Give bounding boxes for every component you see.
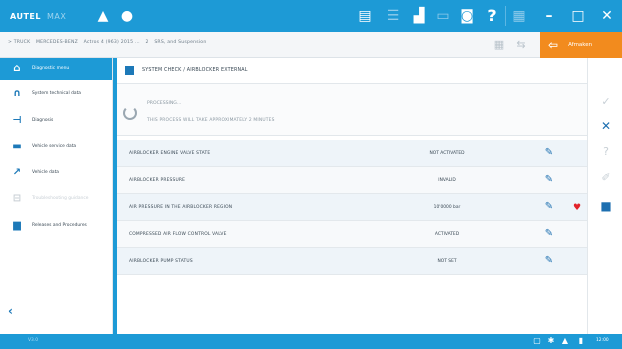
help-icon[interactable]: ? [483, 7, 501, 25]
battery-icon[interactable]: ▭ [434, 7, 452, 25]
arrow-left-icon: ⇦ [548, 38, 559, 52]
stop-icon[interactable]: ■ [598, 198, 614, 214]
clock: 12:00 [596, 338, 609, 343]
edit-icon[interactable]: ✎ [543, 255, 555, 267]
param-name: AIRBLOCKER ENGINE VALVE STATE [129, 151, 211, 156]
status-bar: V3.0 ▢ ✱ ▲ ▮ 12:00 [0, 334, 622, 349]
sidebar-item-diagnosis[interactable]: ⊣ Diagnosis [0, 108, 112, 134]
action-bar: ✓ ✕ ? ✐ ■ [587, 58, 622, 334]
sidebar-item-releases-and-procedures[interactable]: ▆ Releases and Procedures [0, 212, 112, 240]
logo-text: AUTEL [10, 11, 41, 21]
home-icon: ⌂ [13, 63, 21, 74]
sidebar-item-label: System technical data [32, 91, 82, 96]
close-window-button[interactable]: ✕ [592, 0, 622, 32]
report-icon[interactable]: ▤ [356, 7, 374, 25]
app-logo: AUTEL MAX [10, 12, 66, 21]
sidebar-item-label: Troubleshooting guidance [32, 196, 89, 201]
param-value: ACTIVATED [434, 232, 460, 237]
processing-box: PROCESSING... THIS PROCESS WILL TAKE APP… [117, 84, 587, 136]
param-name: COMPRESSED AIR FLOW CONTROL VALVE [129, 232, 227, 237]
share-icon[interactable]: ⇆ [514, 38, 528, 52]
minimize-button[interactable]: – [534, 0, 564, 32]
signal-icon: ⊣ [12, 115, 22, 126]
panel-header: SYSTEM CHECK / AIRBLOCKER EXTERNAL [117, 58, 587, 84]
document-icon: ▆ [13, 220, 21, 231]
sidebar-item-troubleshooting-guidance: ⊟ Troubleshooting guidance [0, 186, 112, 212]
collapse-sidebar-icon[interactable]: ‹ [8, 304, 13, 318]
panel-icon [125, 66, 134, 75]
menu-icon[interactable]: ▦ [510, 7, 528, 25]
edit-icon[interactable]: ✎ [543, 201, 555, 213]
favorite-icon[interactable]: ♥ [571, 202, 583, 214]
table-row[interactable]: AIR PRESSURE IN THE AIRBLOCKER REGION 10… [117, 194, 587, 221]
param-value: NOT SET [437, 259, 457, 264]
sidebar-item-system-technical-data[interactable]: ∩ System technical data [0, 80, 112, 108]
car-icon[interactable]: ▟ [410, 7, 428, 25]
title-bar: AUTEL MAX ▲ ● ▤ ☰ ▟ ▭ ◙ ? ▦ – □ ✕ [0, 0, 622, 32]
list-icon[interactable]: ☰ [384, 7, 402, 25]
wrench-icon: ↗ [12, 167, 22, 178]
back-button[interactable]: ⇦ Afmaken [540, 32, 622, 58]
maximize-button[interactable]: □ [563, 0, 593, 32]
breadcrumb-item[interactable]: 2 [146, 40, 149, 45]
param-value: 10'0000 bar [433, 205, 461, 210]
edit-icon[interactable]: ✎ [543, 147, 555, 159]
breadcrumb-item[interactable]: Actros 4 (963) 2015 ... [84, 40, 140, 45]
param-value: NOT ACTIVATED [429, 151, 465, 156]
signal-strength-icon[interactable]: ▲ [560, 336, 570, 346]
sidebar-item-diagnostic-menu[interactable]: ⌂ Diagnostic menu [0, 58, 112, 80]
table-row[interactable]: AIRBLOCKER ENGINE VALVE STATE NOT ACTIVA… [117, 140, 587, 167]
breadcrumb-item[interactable]: MERCEDES-BENZ [36, 40, 78, 45]
processing-subtitle: THIS PROCESS WILL TAKE APPROXIMATELY 2 M… [147, 118, 275, 123]
sidebar-item-vehicle-data[interactable]: ↗ Vehicle data [0, 160, 112, 186]
back-label: Afmaken [568, 42, 593, 48]
logo-sub: MAX [46, 11, 67, 21]
table-row[interactable]: AIRBLOCKER PUMP STATUS NOT SET ✎ [117, 248, 587, 275]
breadcrumb: > TRUCK MERCEDES-BENZ Actros 4 (963) 201… [8, 40, 210, 45]
param-name: AIRBLOCKER PUMP STATUS [129, 259, 193, 264]
sidebar-item-label: Diagnostic menu [32, 66, 70, 71]
info-icon[interactable]: ● [118, 7, 136, 25]
breadcrumb-bar: > TRUCK MERCEDES-BENZ Actros 4 (963) 201… [0, 32, 622, 58]
edit-icon[interactable]: ✎ [543, 174, 555, 186]
headset-icon: ∩ [12, 88, 22, 99]
question-icon[interactable]: ? [598, 144, 614, 160]
battery-status-icon[interactable]: ▮ [576, 336, 586, 346]
processing-title: PROCESSING... [147, 101, 182, 106]
param-name: AIRBLOCKER PRESSURE [129, 178, 186, 183]
table-row[interactable]: COMPRESSED AIR FLOW CONTROL VALVE ACTIVA… [117, 221, 587, 248]
parameter-table: AIRBLOCKER ENGINE VALVE STATE NOT ACTIVA… [117, 140, 587, 275]
sidebar-item-label: Vehicle data [32, 170, 59, 175]
sidebar: ⌂ Diagnostic menu ∩ System technical dat… [0, 58, 113, 334]
print-icon[interactable]: ▦ [492, 38, 506, 52]
panel-title: SYSTEM CHECK / AIRBLOCKER EXTERNAL [142, 68, 248, 73]
bluetooth-icon[interactable]: ✱ [546, 336, 556, 346]
edit-note-icon[interactable]: ✐ [598, 170, 614, 186]
warning-icon[interactable]: ▲ [94, 7, 112, 25]
sidebar-item-vehicle-service-data[interactable]: ▬ Vehicle service data [0, 134, 112, 160]
edit-icon[interactable]: ✎ [543, 228, 555, 240]
title-separator [505, 6, 506, 26]
param-value: INVALID [438, 178, 456, 183]
screen-icon[interactable]: ▢ [532, 336, 542, 346]
param-name: AIR PRESSURE IN THE AIRBLOCKER REGION [129, 205, 233, 210]
close-icon[interactable]: ✕ [598, 118, 614, 134]
check-icon[interactable]: ✓ [598, 94, 614, 110]
version-label: V3.0 [28, 338, 38, 343]
breadcrumb-item[interactable]: > TRUCK [8, 40, 30, 45]
guide-icon: ⊟ [12, 193, 22, 204]
car-side-icon: ▬ [12, 141, 22, 152]
sidebar-item-label: Vehicle service data [32, 144, 77, 149]
sidebar-item-label: Releases and Procedures [32, 223, 87, 228]
camera-icon[interactable]: ◙ [458, 7, 476, 25]
sidebar-item-label: Diagnosis [32, 118, 54, 123]
spinner-icon [123, 106, 137, 120]
breadcrumb-item[interactable]: SRS, and Suspension [154, 40, 206, 45]
table-row[interactable]: AIRBLOCKER PRESSURE INVALID ✎ [117, 167, 587, 194]
